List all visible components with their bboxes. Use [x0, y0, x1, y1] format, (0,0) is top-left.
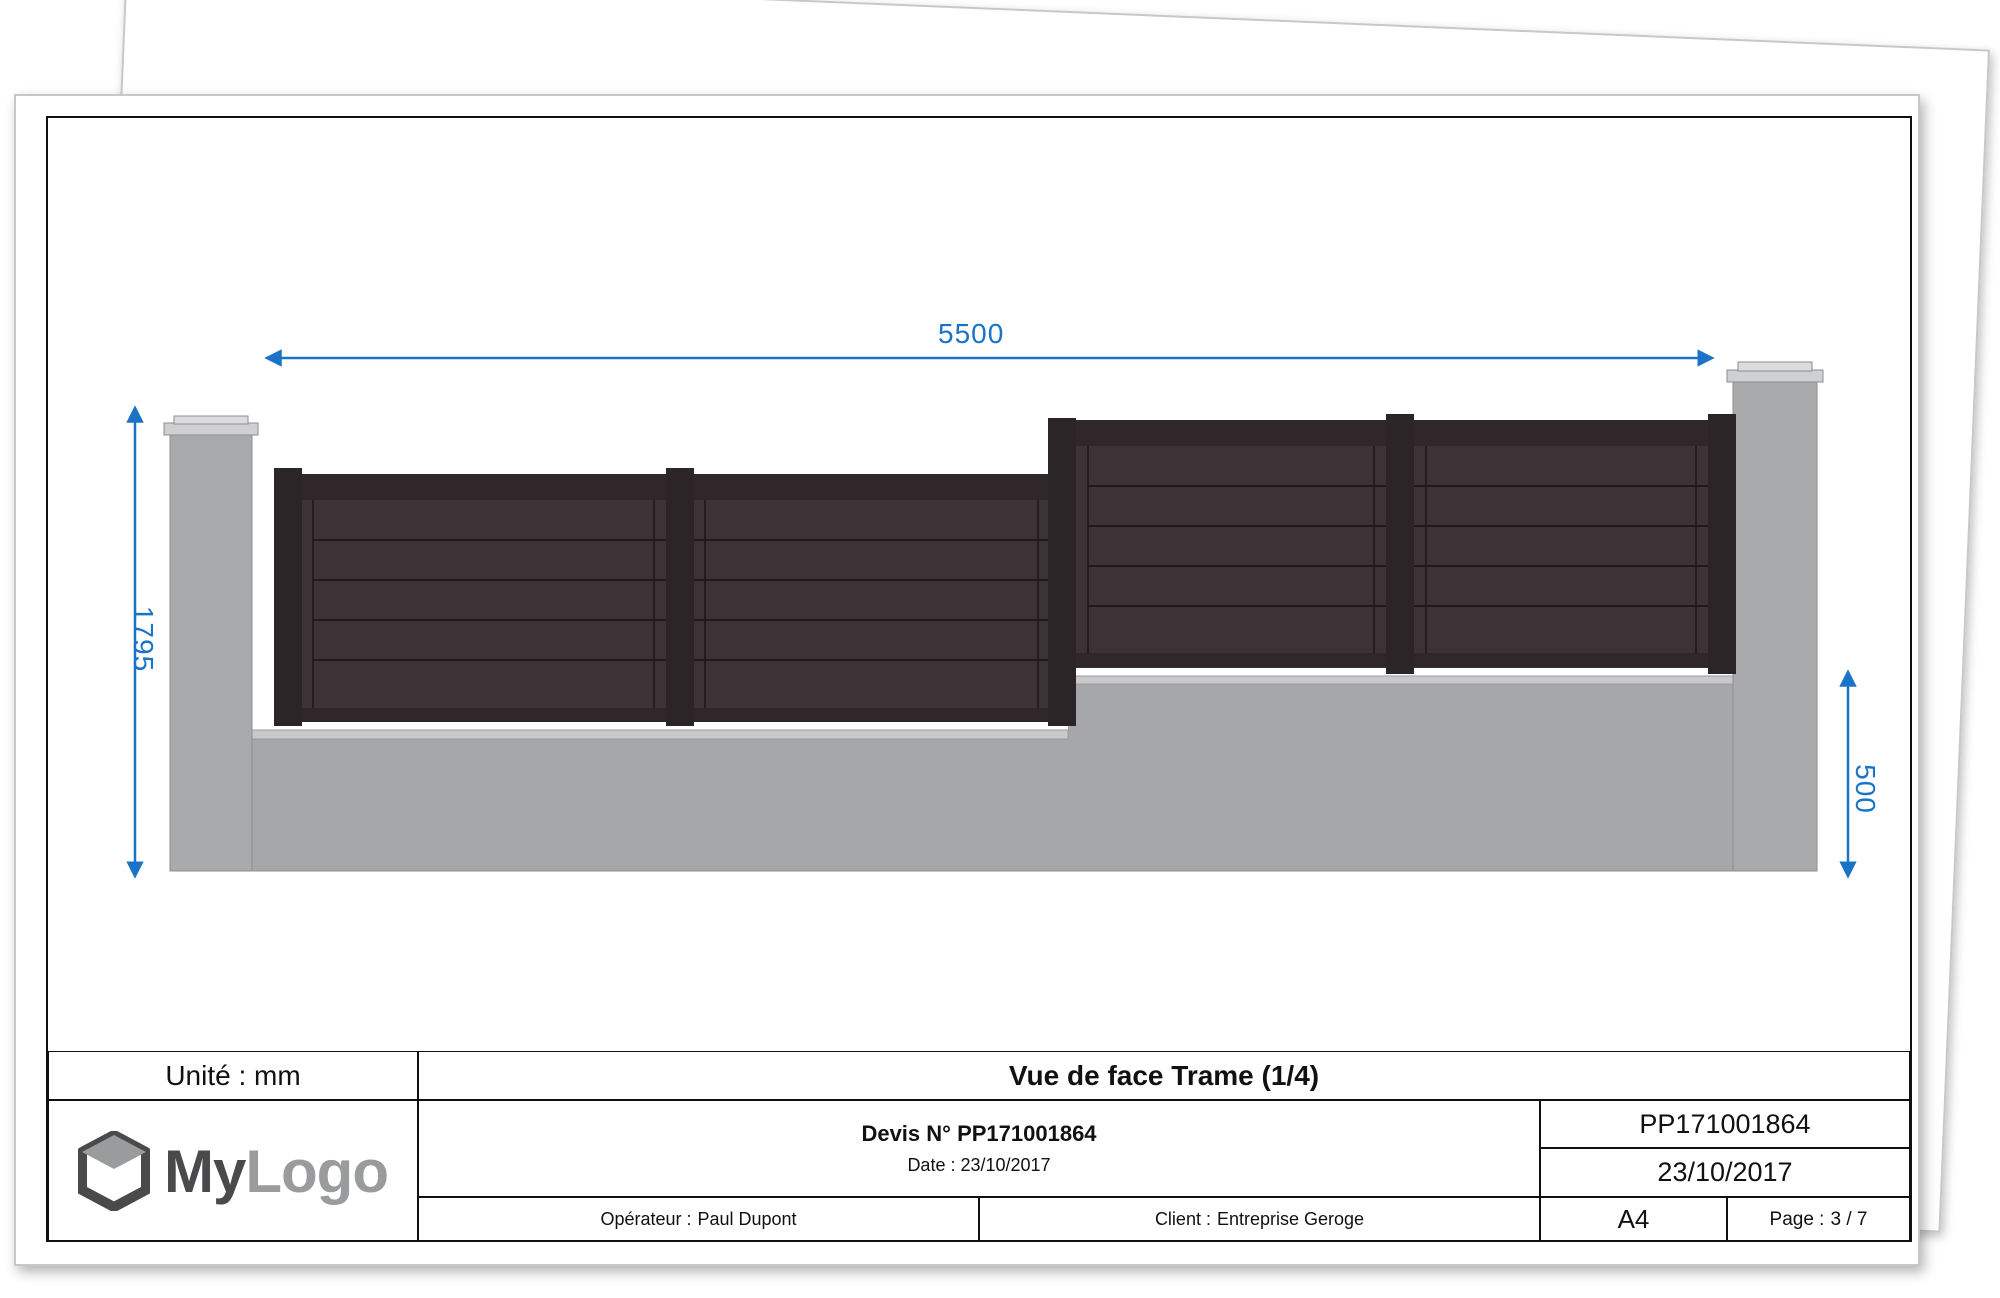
fence-section-right: [1076, 414, 1736, 674]
logo-cell: MyLogo: [48, 1100, 418, 1242]
page-value: 3 / 7: [1830, 1208, 1868, 1230]
reference-date: 23/10/2017: [1540, 1148, 1910, 1197]
paper-format: A4: [1540, 1197, 1727, 1242]
devis-date: Date : 23/10/2017: [907, 1155, 1051, 1175]
dimension-width-label: 5500: [938, 318, 1005, 349]
logo-text-my: My: [164, 1137, 246, 1205]
devis-number: Devis N° PP171001864: [861, 1121, 1097, 1146]
pillar-right-cap-top: [1737, 361, 1813, 372]
pillar-left-cap-top: [173, 415, 249, 425]
page-cell: Page :3 / 7: [1727, 1197, 1910, 1242]
cube-logo-icon: [78, 1131, 151, 1211]
page-label: Page :: [1769, 1208, 1825, 1230]
wall-coping-left: [250, 729, 1069, 740]
fence-elevation: [126, 349, 1857, 879]
client-label: Client :: [1154, 1209, 1211, 1229]
pillar-right-cap: [1726, 369, 1824, 383]
pillar-left: [169, 432, 253, 872]
operator-name: Paul Dupont: [697, 1209, 797, 1229]
unit-label: Unité : mm: [48, 1051, 418, 1100]
logo-text-logo: Logo: [245, 1137, 389, 1205]
devis-cell: Devis N° PP171001864 Date : 23/10/2017: [418, 1100, 1540, 1197]
operator-label: Opérateur :: [600, 1209, 692, 1229]
client-name: Entreprise Geroge: [1216, 1209, 1365, 1229]
title-block: Unité : mm Vue de face Trame (1/4) MyLog…: [48, 1051, 1910, 1242]
dimension-height-total-label: 1795: [128, 605, 160, 673]
fence-section-left: [274, 418, 1076, 726]
pillar-right: [1732, 379, 1818, 872]
reference-number: PP171001864: [1540, 1100, 1910, 1148]
wall-coping-right: [1067, 675, 1802, 685]
pillar-left-cap: [163, 422, 259, 436]
client-cell: Client : Entreprise Geroge: [979, 1197, 1540, 1242]
operator-cell: Opérateur : Paul Dupont: [418, 1197, 979, 1242]
wall-high: [1068, 683, 1801, 743]
wall-low: [250, 737, 1802, 872]
dimension-height-wall-label: 500: [1849, 764, 1881, 814]
company-logo: MyLogo: [78, 1131, 389, 1211]
view-title: Vue de face Trame (1/4): [418, 1051, 1910, 1100]
drawing-sheet: 5500 1795 500 Unité : mm Vue de face Tra…: [14, 94, 1920, 1266]
drawing-frame: 5500 1795 500 Unité : mm Vue de face Tra…: [46, 116, 1912, 1242]
fence-drawing: 5500 1795 500: [48, 118, 1910, 1051]
